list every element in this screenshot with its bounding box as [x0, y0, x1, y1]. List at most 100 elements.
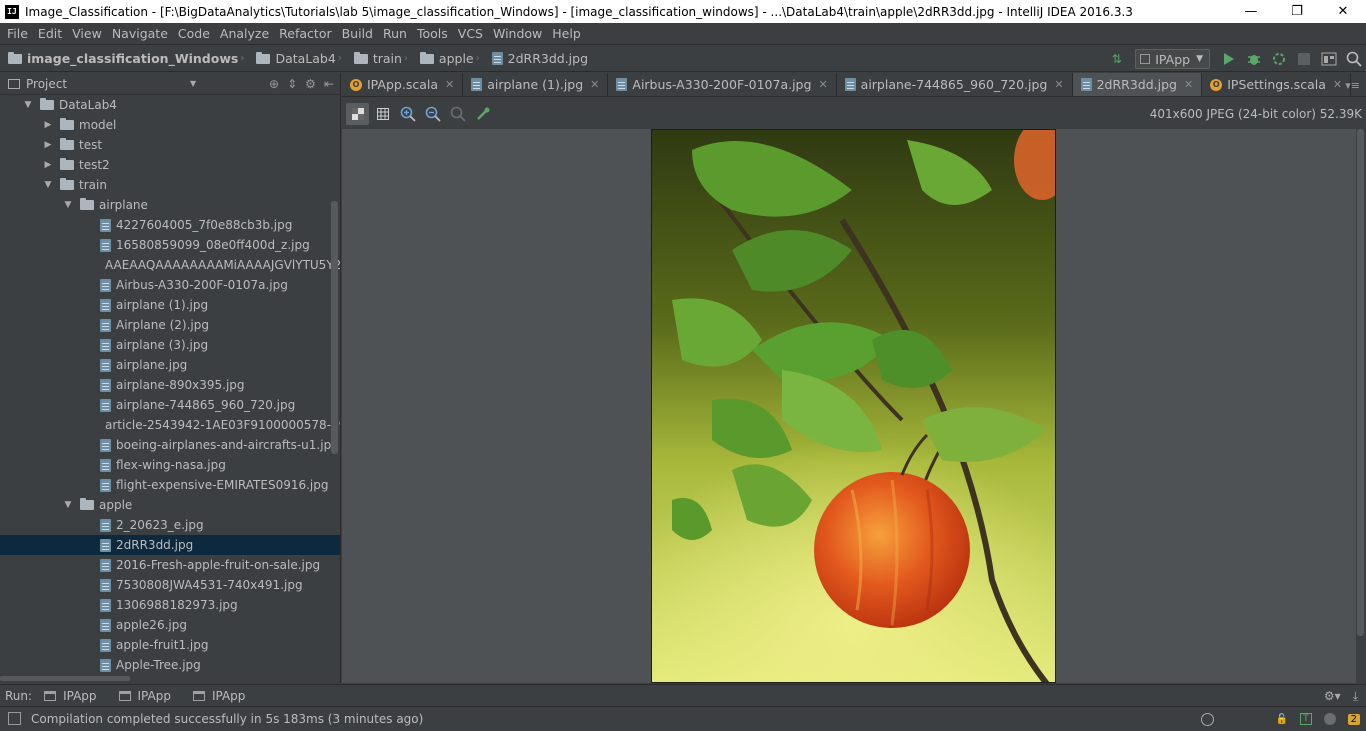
menu-file[interactable]: File: [2, 26, 33, 41]
tree-file[interactable]: flight-expensive-EMIRATES0916.jpg: [0, 475, 340, 495]
chevron-down-icon[interactable]: ▼: [42, 180, 54, 190]
menu-run[interactable]: Run: [378, 26, 412, 41]
run-tab[interactable]: IPApp: [32, 689, 106, 703]
menu-refactor[interactable]: Refactor: [274, 26, 336, 41]
search-icon[interactable]: [1341, 46, 1366, 72]
close-tab-icon[interactable]: ✕: [445, 78, 454, 91]
zoom-out-icon[interactable]: [421, 103, 444, 125]
tree-folder-train[interactable]: ▼ train: [0, 175, 340, 195]
chevron-down-icon[interactable]: ▼: [62, 200, 74, 210]
run-configuration-select[interactable]: IPApp ▼: [1135, 49, 1210, 69]
tree-folder-airplane[interactable]: ▼ airplane: [0, 195, 340, 215]
minimize-button[interactable]: —: [1228, 0, 1274, 23]
editor-tab[interactable]: O IPSettings.scala ✕: [1202, 73, 1352, 96]
actual-size-icon[interactable]: [446, 103, 469, 125]
menu-vcs[interactable]: VCS: [453, 26, 488, 41]
chessboard-icon[interactable]: [346, 102, 369, 125]
inspector-icon[interactable]: [1323, 713, 1336, 725]
event-log-badge[interactable]: 2: [1347, 713, 1360, 725]
close-tab-icon[interactable]: ✕: [1054, 78, 1063, 91]
debug-icon[interactable]: [1241, 46, 1266, 72]
menu-tools[interactable]: Tools: [412, 26, 453, 41]
chevron-down-icon[interactable]: ▼: [62, 500, 74, 510]
tree-file[interactable]: 2_20623_e.jpg: [0, 515, 340, 535]
editor-scrollbar[interactable]: [1357, 129, 1364, 636]
editor-tab[interactable]: airplane (1).jpg ✕: [463, 73, 609, 96]
run-tab[interactable]: IPApp: [181, 689, 255, 703]
editor-tab[interactable]: 2dRR3dd.jpg ✕: [1072, 73, 1203, 96]
tree-file[interactable]: Airbus-A330-200F-0107a.jpg: [0, 275, 340, 295]
breadcrumb-apple[interactable]: apple ›: [412, 51, 484, 66]
image-viewer-canvas[interactable]: [342, 129, 1356, 683]
menu-window[interactable]: Window: [488, 26, 547, 41]
close-tab-icon[interactable]: ✕: [818, 78, 827, 91]
chevron-down-icon[interactable]: ▼: [22, 100, 34, 110]
hide-panel-icon[interactable]: ⇤: [324, 77, 334, 91]
tree-file[interactable]: Airplane (2).jpg: [0, 315, 340, 335]
coverage-icon[interactable]: [1266, 46, 1291, 72]
tree-file[interactable]: apple-fruit1.jpg: [0, 635, 340, 655]
collapse-all-icon[interactable]: ⇕: [287, 77, 297, 91]
close-tab-icon[interactable]: ✕: [1333, 78, 1342, 91]
tree-file[interactable]: airplane-744865_960_720.jpg: [0, 395, 340, 415]
lock-icon[interactable]: 🔓: [1276, 714, 1288, 725]
git-icon[interactable]: [1200, 712, 1214, 726]
status-message[interactable]: Compilation completed successfully in 5s…: [31, 712, 423, 726]
gear-icon[interactable]: ⚙▾: [1324, 689, 1341, 703]
breadcrumb-train[interactable]: train ›: [346, 51, 412, 66]
editor-tab[interactable]: Airbus-A330-200F-0107a.jpg ✕: [608, 73, 837, 96]
tree-file[interactable]: boeing-airplanes-and-aircrafts-u1.jpg: [0, 435, 340, 455]
gear-icon[interactable]: ⚙: [305, 77, 316, 91]
color-picker-icon[interactable]: [471, 103, 494, 125]
build-icon[interactable]: ⇅: [1104, 46, 1129, 72]
tool-windows-icon[interactable]: [8, 712, 21, 725]
tree-file[interactable]: AAEAAQAAAAAAAAMiAAAAJGVlYTU5Y2: [0, 255, 340, 275]
tree-file[interactable]: 1306988182973.jpg: [0, 595, 340, 615]
tree-file[interactable]: 2dRR3dd.jpg: [0, 535, 340, 555]
close-button[interactable]: ✕: [1320, 0, 1366, 23]
chevron-right-icon[interactable]: ▶: [42, 120, 54, 130]
editor-tab[interactable]: airplane-744865_960_720.jpg ✕: [837, 73, 1073, 96]
chevron-down-icon[interactable]: ▼: [190, 79, 196, 88]
close-tab-icon[interactable]: ✕: [590, 78, 599, 91]
menu-analyze[interactable]: Analyze: [215, 26, 274, 41]
tree-folder-model[interactable]: ▶ model: [0, 115, 340, 135]
hide-panel-icon[interactable]: ⤓: [1353, 689, 1358, 704]
chevron-right-icon[interactable]: ▶: [42, 160, 54, 170]
breadcrumb-datalab4[interactable]: DataLab4 ›: [248, 51, 345, 66]
restore-button[interactable]: ❐: [1274, 0, 1320, 23]
tree-file[interactable]: 16580859099_08e0ff400d_z.jpg: [0, 235, 340, 255]
tree-file[interactable]: Apple-Tree.jpg: [0, 655, 340, 675]
run-tab[interactable]: IPApp: [107, 689, 181, 703]
tree-file[interactable]: flex-wing-nasa.jpg: [0, 455, 340, 475]
project-panel-title[interactable]: Project: [26, 77, 67, 91]
menu-edit[interactable]: Edit: [33, 26, 67, 41]
tree-file[interactable]: apple26.jpg: [0, 615, 340, 635]
tree-folder-test2[interactable]: ▶ test2: [0, 155, 340, 175]
tree-file[interactable]: airplane (3).jpg: [0, 335, 340, 355]
project-structure-icon[interactable]: [1316, 46, 1341, 72]
menu-view[interactable]: View: [67, 26, 107, 41]
tree-file[interactable]: 4227604005_7f0e88cb3b.jpg: [0, 215, 340, 235]
tree-file[interactable]: airplane-890x395.jpg: [0, 375, 340, 395]
chevron-right-icon[interactable]: ▶: [42, 140, 54, 150]
project-tree-horizontal-scrollbar[interactable]: [0, 676, 130, 681]
breadcrumb-project[interactable]: image_classification_Windows ›: [0, 51, 248, 66]
tree-file[interactable]: article-2543942-1AE03F9100000578-191_63: [0, 415, 340, 435]
typo-icon[interactable]: T: [1300, 713, 1312, 725]
tree-folder-test[interactable]: ▶ test: [0, 135, 340, 155]
editor-tab[interactable]: O IPApp.scala ✕: [342, 73, 464, 96]
menu-code[interactable]: Code: [173, 26, 215, 41]
tree-folder-apple[interactable]: ▼ apple: [0, 495, 340, 515]
zoom-in-icon[interactable]: [396, 103, 419, 125]
tree-file[interactable]: airplane.jpg: [0, 355, 340, 375]
project-tree-scrollbar[interactable]: [331, 201, 338, 454]
tree-file[interactable]: 2016-Fresh-apple-fruit-on-sale.jpg: [0, 555, 340, 575]
stop-icon[interactable]: [1291, 46, 1316, 72]
tree-folder-datalab4[interactable]: ▼ DataLab4: [0, 95, 340, 115]
grid-icon[interactable]: [371, 103, 394, 125]
menu-navigate[interactable]: Navigate: [107, 26, 173, 41]
locate-icon[interactable]: ⊕: [269, 77, 279, 91]
tabs-overflow-icon[interactable]: ▾≡: [1345, 73, 1360, 97]
menu-build[interactable]: Build: [337, 26, 378, 41]
